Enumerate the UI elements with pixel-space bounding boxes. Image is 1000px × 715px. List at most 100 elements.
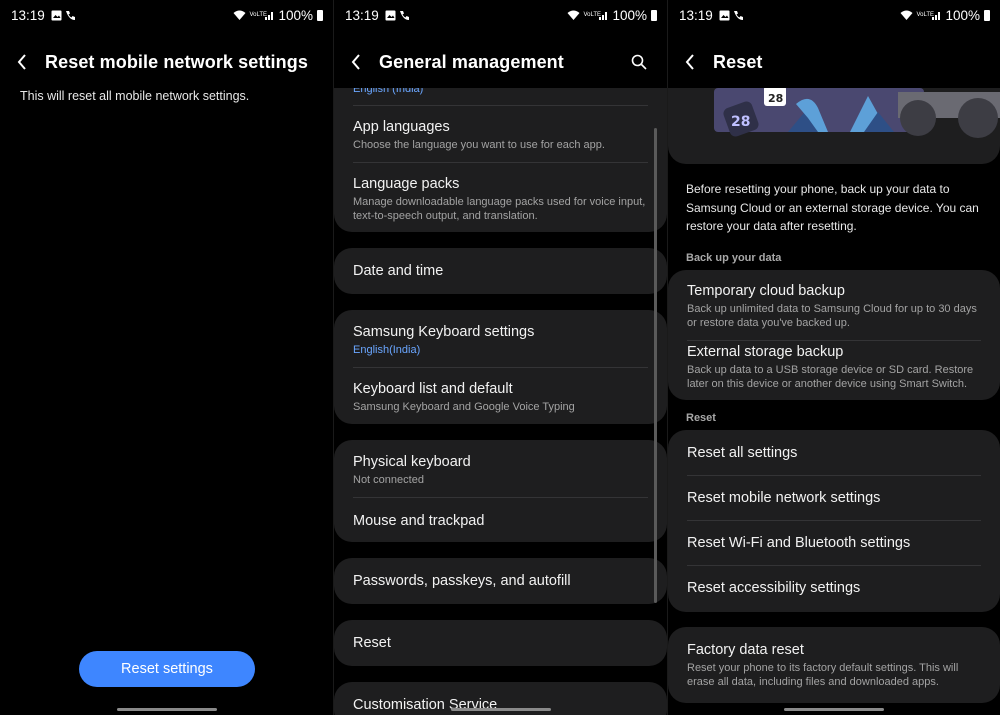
reset-group: Reset all settings Reset mobile network … bbox=[668, 430, 1000, 612]
general-management-screen: 13:19 VoLTE 100% General management Engl… bbox=[334, 0, 667, 715]
wifi-calling-icon bbox=[733, 10, 743, 20]
reset-accessibility-item[interactable]: Reset accessibility settings bbox=[687, 579, 981, 597]
date-time-item[interactable]: Date and time bbox=[334, 248, 667, 294]
item-title: Reset all settings bbox=[687, 445, 798, 461]
divider bbox=[687, 565, 981, 566]
back-button[interactable] bbox=[685, 51, 701, 73]
language-packs-item[interactable]: Language packs Manage downloadable langu… bbox=[353, 175, 648, 223]
status-bar: 13:19 VoLTE 100% bbox=[679, 6, 990, 24]
battery-percent: 100% bbox=[945, 7, 980, 23]
calendar-date: 28 bbox=[731, 114, 750, 130]
gesture-bar bbox=[450, 708, 551, 711]
item-title: Language packs bbox=[353, 176, 460, 192]
illustration-image: 28 28 bbox=[714, 88, 1000, 138]
section-header-backup: Back up your data bbox=[686, 252, 782, 264]
divider bbox=[687, 475, 981, 476]
item-title: Factory data reset bbox=[687, 642, 804, 658]
chevron-left-icon bbox=[685, 54, 694, 70]
page-title: General management bbox=[379, 51, 564, 72]
status-time: 13:19 bbox=[679, 7, 713, 23]
item-subtitle: Back up data to a USB storage device or … bbox=[687, 364, 974, 390]
gallery-icon bbox=[51, 10, 62, 20]
reset-network-screen: 13:19 VoLTE 100% Reset mobile network se… bbox=[0, 0, 333, 715]
reset-illustration: 28 28 bbox=[668, 88, 1000, 164]
signal-icon bbox=[265, 11, 274, 20]
search-button[interactable] bbox=[628, 51, 650, 73]
volte-indicator: VoLTE bbox=[583, 12, 602, 18]
item-title: Physical keyboard bbox=[353, 454, 471, 470]
chevron-left-icon bbox=[17, 54, 26, 70]
settings-list[interactable]: English (India) App languages Choose the… bbox=[334, 88, 667, 715]
backup-group: Temporary cloud backup Back up unlimited… bbox=[668, 270, 1000, 400]
reset-screen: 13:19 VoLTE 100% Reset 28 28 Before rese… bbox=[668, 0, 1000, 715]
item-title: Date and time bbox=[353, 263, 444, 279]
mouse-trackpad-item[interactable]: Mouse and trackpad bbox=[353, 512, 648, 530]
battery-percent: 100% bbox=[612, 7, 647, 23]
wifi-calling-icon bbox=[399, 10, 409, 20]
input-devices-group: Physical keyboard Not connected Mouse an… bbox=[334, 440, 667, 542]
item-title: Temporary cloud backup bbox=[687, 283, 845, 299]
item-title: Customisation Service bbox=[353, 697, 498, 713]
item-title: Reset Wi-Fi and Bluetooth settings bbox=[687, 535, 911, 551]
item-title: External storage backup bbox=[687, 344, 844, 360]
item-subtitle: Reset your phone to its factory default … bbox=[687, 662, 959, 688]
item-subtitle: Manage downloadable language packs used … bbox=[353, 196, 646, 222]
page-title: Reset mobile network settings bbox=[45, 51, 308, 72]
page-title: Reset bbox=[713, 51, 763, 72]
app-bar: Reset bbox=[685, 48, 983, 76]
gallery-icon bbox=[385, 10, 396, 20]
reset-list[interactable]: 28 28 Before resetting your phone, back … bbox=[668, 88, 1000, 715]
divider bbox=[687, 340, 981, 341]
status-bar: 13:19 VoLTE 100% bbox=[345, 6, 657, 24]
item-title: Samsung Keyboard settings bbox=[353, 324, 535, 340]
passwords-item[interactable]: Passwords, passkeys, and autofill bbox=[334, 558, 667, 604]
factory-reset-item[interactable]: Factory data reset Reset your phone to i… bbox=[668, 627, 1000, 703]
app-bar: General management bbox=[351, 48, 650, 76]
app-bar: Reset mobile network settings bbox=[17, 48, 316, 76]
signal-icon bbox=[599, 11, 608, 20]
battery-icon bbox=[651, 9, 657, 21]
reset-intro: Before resetting your phone, back up you… bbox=[686, 182, 979, 233]
physical-keyboard-item[interactable]: Physical keyboard Not connected bbox=[353, 453, 648, 487]
wifi-calling-icon bbox=[65, 10, 75, 20]
language-value: English (India) bbox=[353, 88, 424, 95]
reset-settings-button[interactable]: Reset settings bbox=[79, 651, 255, 687]
reset-item[interactable]: Reset bbox=[334, 620, 667, 666]
battery-icon bbox=[984, 9, 990, 21]
wifi-icon bbox=[900, 10, 913, 20]
signal-icon bbox=[932, 11, 941, 20]
item-title: Mouse and trackpad bbox=[353, 513, 485, 529]
item-subtitle: Samsung Keyboard and Google Voice Typing bbox=[353, 401, 575, 413]
reset-wifi-bluetooth-item[interactable]: Reset Wi-Fi and Bluetooth settings bbox=[687, 534, 981, 552]
reset-all-settings-item[interactable]: Reset all settings bbox=[687, 444, 981, 462]
chevron-left-icon bbox=[351, 54, 360, 70]
external-storage-backup-item[interactable]: External storage backup Back up data to … bbox=[687, 343, 981, 391]
keyboard-list-item[interactable]: Keyboard list and default Samsung Keyboa… bbox=[353, 380, 648, 414]
keyboard-group: Samsung Keyboard settings English(India)… bbox=[334, 310, 667, 424]
volte-indicator: VoLTE bbox=[916, 12, 935, 18]
divider bbox=[353, 367, 648, 368]
battery-icon bbox=[317, 9, 323, 21]
battery-percent: 100% bbox=[278, 7, 313, 23]
language-group: English (India) App languages Choose the… bbox=[334, 88, 667, 232]
divider bbox=[353, 497, 648, 498]
item-title: Reset accessibility settings bbox=[687, 580, 861, 596]
wifi-icon bbox=[567, 10, 580, 20]
reset-mobile-network-item[interactable]: Reset mobile network settings bbox=[687, 489, 981, 507]
back-button[interactable] bbox=[351, 51, 367, 73]
item-subtitle: Choose the language you want to use for … bbox=[353, 139, 605, 151]
samsung-keyboard-item[interactable]: Samsung Keyboard settings English(India) bbox=[353, 323, 648, 357]
divider bbox=[353, 162, 648, 163]
status-bar: 13:19 VoLTE 100% bbox=[11, 6, 323, 24]
divider bbox=[687, 520, 981, 521]
item-title: Keyboard list and default bbox=[353, 381, 513, 397]
temporary-cloud-backup-item[interactable]: Temporary cloud backup Back up unlimited… bbox=[687, 282, 981, 330]
item-subtitle: Not connected bbox=[353, 474, 424, 486]
wifi-icon bbox=[233, 10, 246, 20]
back-button[interactable] bbox=[17, 51, 33, 73]
status-time: 13:19 bbox=[345, 7, 379, 23]
divider bbox=[353, 105, 648, 106]
volte-indicator: VoLTE bbox=[249, 12, 268, 18]
scrollbar[interactable] bbox=[654, 128, 657, 603]
app-languages-item[interactable]: App languages Choose the language you wa… bbox=[353, 118, 648, 152]
